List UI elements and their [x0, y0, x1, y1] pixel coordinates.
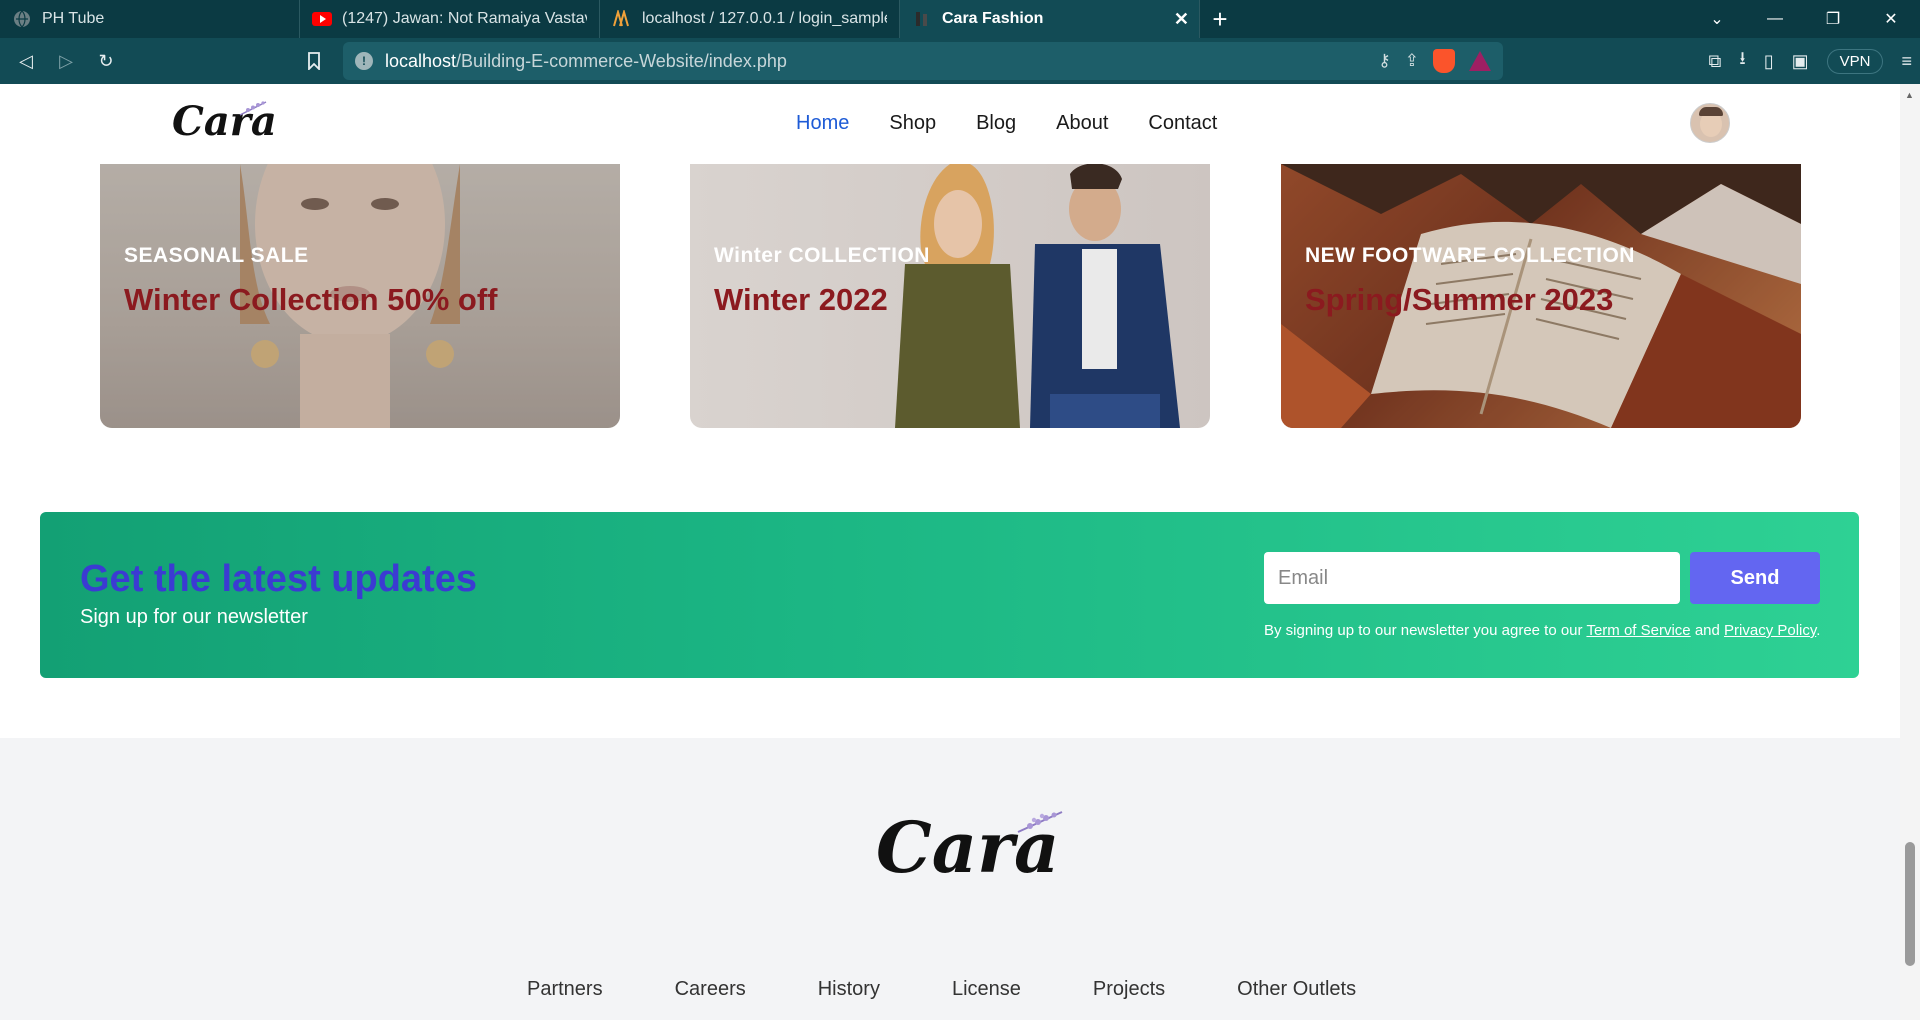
tab-phpmyadmin[interactable]: localhost / 127.0.0.1 / login_sample_db [600, 0, 900, 38]
banner-kicker: Winter COLLECTION [714, 244, 930, 267]
vpn-button[interactable]: VPN [1826, 48, 1884, 74]
brave-rewards-icon[interactable] [1469, 51, 1491, 71]
banner-kicker: NEW FOOTWARE COLLECTION [1305, 244, 1635, 267]
nav-contact[interactable]: Contact [1148, 112, 1217, 135]
close-tab-icon[interactable]: ✕ [1174, 9, 1189, 30]
nav-home[interactable]: Home [796, 112, 849, 135]
site-info-icon[interactable]: ! [355, 52, 373, 70]
sidebar-icon[interactable]: ▯ [1764, 51, 1774, 72]
address-bar[interactable]: ! localhost/Building-E-commerce-Website/… [343, 42, 1503, 80]
menu-icon[interactable]: ≡ [1901, 51, 1912, 72]
newsletter-subtitle: Sign up for our newsletter [80, 606, 308, 628]
site-footer: Cara Partners Careers History License Pr… [0, 738, 1900, 1020]
phpmyadmin-icon [612, 9, 632, 29]
banner-new-footware[interactable]: NEW FOOTWARE COLLECTION Spring/Summer 20… [1281, 164, 1801, 428]
footer-link-other-outlets[interactable]: Other Outlets [1237, 978, 1356, 1001]
banner-title: Spring/Summer 2023 [1305, 282, 1614, 317]
youtube-icon [312, 9, 332, 29]
lavender-sprig-icon [1017, 811, 1063, 833]
globe-icon [12, 9, 32, 29]
tab-search-chevron-icon[interactable]: ⌄ [1688, 0, 1746, 38]
tab-label: PH Tube [42, 10, 105, 27]
footer-link-partners[interactable]: Partners [527, 978, 603, 1001]
vpn-label: VPN [1839, 52, 1871, 70]
legal-and: and [1694, 622, 1720, 639]
tab-label: (1247) Jawan: Not Ramaiya Vastavaiya [342, 10, 587, 27]
banner-seasonal-sale[interactable]: SEASONAL SALE Winter Collection 50% off [100, 164, 620, 428]
nav-blog[interactable]: Blog [976, 112, 1016, 135]
page-scrollbar[interactable]: ▲ [1900, 84, 1920, 1020]
share-icon[interactable]: ⇪ [1405, 51, 1419, 71]
tab-ph-tube[interactable]: PH Tube [0, 0, 300, 38]
key-icon[interactable]: ⚷ [1378, 51, 1390, 71]
address-bar-actions: ⚷ ⇪ [1378, 42, 1491, 80]
newsletter-title: Get the latest updates [80, 558, 477, 600]
restore-icon[interactable]: ❐ [1804, 0, 1862, 38]
downloads-icon[interactable]: ⭳ [1739, 46, 1745, 76]
reload-icon[interactable]: ↻ [86, 41, 126, 81]
banner-winter-collection[interactable]: Winter COLLECTION Winter 2022 [690, 164, 1210, 428]
cara-icon [912, 9, 932, 29]
forward-icon[interactable]: ▷ [46, 41, 86, 81]
tab-label: localhost / 127.0.0.1 / login_sample_db [642, 10, 887, 27]
footer-link-projects[interactable]: Projects [1093, 978, 1165, 1001]
nav-about[interactable]: About [1056, 112, 1108, 135]
banner-title: Winter 2022 [714, 282, 888, 317]
scrollbar-thumb[interactable] [1905, 842, 1915, 966]
web-page: SEASONAL SALE Winter Collection 50% off … [0, 84, 1900, 1020]
tab-strip: PH Tube (1247) Jawan: Not Ramaiya Vastav… [0, 0, 1920, 38]
back-icon[interactable]: ◁ [6, 41, 46, 81]
brave-shields-icon[interactable] [1433, 49, 1455, 73]
footer-nav: Partners Careers History License Project… [527, 978, 1428, 1001]
wallet-icon[interactable]: ▣ [1792, 51, 1809, 72]
footer-link-license[interactable]: License [952, 978, 1021, 1001]
minimize-icon[interactable]: — [1746, 0, 1804, 38]
banner-kicker: SEASONAL SALE [124, 244, 309, 267]
scroll-up-arrow-icon[interactable]: ▲ [1905, 90, 1914, 100]
tab-label: Cara Fashion [942, 10, 1044, 27]
extensions-icon[interactable]: ⧉ [1709, 51, 1722, 72]
browser-toolbar: ◁ ▷ ↻ ! localhost/Building-E-commerce-We… [0, 38, 1920, 84]
bookmark-icon[interactable] [294, 41, 334, 81]
footer-link-careers[interactable]: Careers [675, 978, 746, 1001]
terms-of-service-link[interactable]: Term of Service [1586, 622, 1690, 639]
main-nav: Home Shop Blog About Contact [796, 112, 1217, 135]
lavender-sprig-icon [239, 101, 267, 116]
toolbar-right: ⧉ ⭳ ▯ ▣ VPN ≡ [1709, 38, 1912, 84]
avatar-hair [1699, 107, 1723, 116]
window-controls: ⌄ — ❐ ✕ [1688, 0, 1920, 38]
legal-suffix: . [1816, 622, 1821, 639]
tab-cara-fashion[interactable]: Cara Fashion ✕ [900, 0, 1200, 38]
site-header: Cara Home Shop Blog About Contact [0, 84, 1900, 164]
url-host: localhost [385, 50, 457, 71]
url-path: /Building-E-commerce-Website/index.php [456, 50, 787, 71]
newsletter-section: Get the latest updates Sign up for our n… [40, 512, 1859, 678]
browser-window: PH Tube (1247) Jawan: Not Ramaiya Vastav… [0, 0, 1920, 1020]
close-window-icon[interactable]: ✕ [1862, 0, 1920, 38]
newsletter-send-button[interactable]: Send [1690, 552, 1820, 604]
tab-youtube[interactable]: (1247) Jawan: Not Ramaiya Vastavaiya [300, 0, 600, 38]
banner-title: Winter Collection 50% off [124, 282, 498, 317]
footer-link-history[interactable]: History [818, 978, 880, 1001]
newsletter-legal-text: By signing up to our newsletter you agre… [1264, 622, 1820, 639]
user-avatar[interactable] [1690, 103, 1730, 143]
newsletter-email-input[interactable] [1264, 552, 1680, 604]
legal-prefix: By signing up to our newsletter you agre… [1264, 622, 1583, 639]
new-tab-button[interactable]: + [1200, 0, 1240, 38]
site-logo[interactable]: Cara [172, 98, 277, 145]
nav-shop[interactable]: Shop [889, 112, 936, 135]
footer-logo[interactable]: Cara [876, 806, 1063, 889]
privacy-policy-link[interactable]: Privacy Policy [1724, 622, 1816, 639]
